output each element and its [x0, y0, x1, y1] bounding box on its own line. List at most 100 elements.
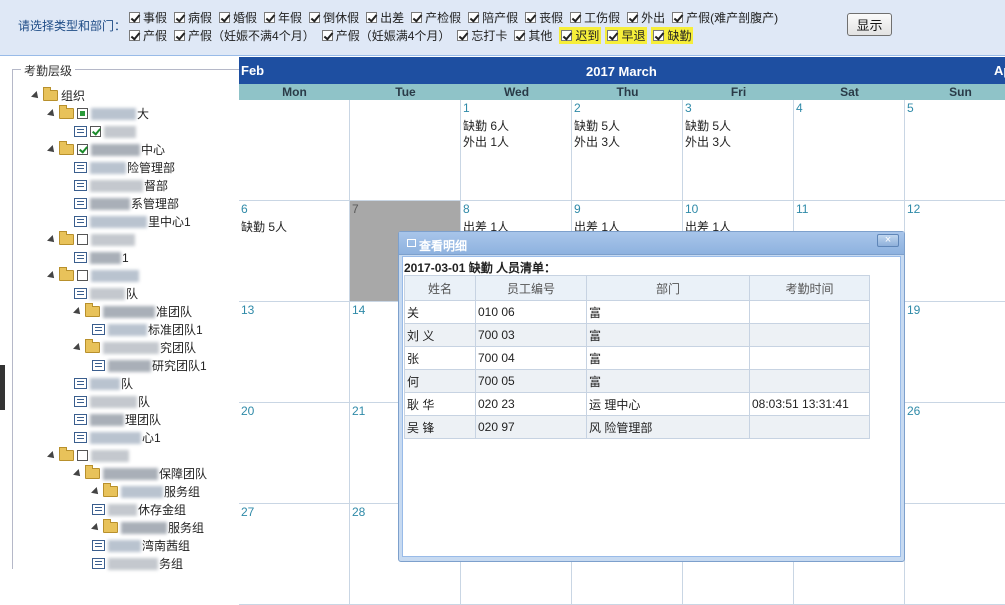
tree-checkbox[interactable]: [77, 450, 88, 461]
day-cell[interactable]: [239, 100, 350, 201]
tree-node[interactable]: [47, 267, 140, 284]
filter-checkbox[interactable]: [321, 29, 333, 41]
day-cell[interactable]: [905, 504, 1005, 605]
day-cell[interactable]: 20: [239, 403, 350, 504]
tree-node[interactable]: 督部: [74, 177, 168, 194]
filter-option[interactable]: 产假: [129, 27, 167, 44]
tree-node[interactable]: 险管理部: [74, 159, 175, 176]
filter-checkbox[interactable]: [174, 11, 186, 23]
filter-checkbox[interactable]: [561, 29, 573, 41]
filter-option[interactable]: 年假: [264, 9, 302, 26]
expand-arrow-icon[interactable]: [73, 342, 83, 353]
filter-checkbox[interactable]: [411, 11, 423, 23]
expand-arrow-icon[interactable]: [31, 90, 41, 101]
prev-month-link[interactable]: Feb: [241, 63, 264, 78]
tree-node[interactable]: 休存金组: [92, 501, 186, 518]
filter-checkbox[interactable]: [468, 11, 480, 23]
tree-node[interactable]: [74, 123, 137, 140]
day-cell[interactable]: 5: [905, 100, 1005, 201]
filter-option[interactable]: 忘打卡: [457, 27, 507, 44]
filter-checkbox[interactable]: [570, 11, 582, 23]
filter-checkbox[interactable]: [366, 11, 378, 23]
collapse-handle[interactable]: [0, 365, 5, 410]
day-event[interactable]: 外出 1人: [463, 133, 509, 150]
filter-checkbox[interactable]: [264, 11, 276, 23]
tree-node[interactable]: 中心: [47, 141, 165, 158]
day-cell[interactable]: 19: [905, 302, 1005, 403]
filter-option[interactable]: 倒休假: [309, 9, 359, 26]
filter-option[interactable]: 产假（妊娠满4个月）: [321, 27, 450, 44]
filter-checkbox[interactable]: [672, 11, 684, 23]
expand-arrow-icon[interactable]: [47, 450, 57, 461]
filter-option[interactable]: 缺勤: [651, 26, 694, 44]
day-cell[interactable]: 1 缺勤 6人 外出 1人: [461, 100, 572, 201]
tree-node[interactable]: 队: [74, 285, 138, 302]
expand-arrow-icon[interactable]: [47, 234, 57, 245]
day-cell[interactable]: 12: [905, 201, 1005, 302]
filter-checkbox[interactable]: [607, 29, 619, 41]
filter-option[interactable]: 婚假: [219, 9, 257, 26]
day-event[interactable]: 外出 3人: [685, 133, 731, 150]
filter-checkbox[interactable]: [457, 29, 469, 41]
expand-arrow-icon[interactable]: [91, 522, 101, 533]
day-cell[interactable]: 27: [239, 504, 350, 605]
tree-node[interactable]: 队: [74, 375, 133, 392]
tree-node[interactable]: 1: [74, 249, 129, 266]
tree-node[interactable]: 准团队: [73, 303, 192, 320]
dialog-titlebar[interactable]: 查看明细 ×: [399, 232, 904, 255]
day-cell[interactable]: 3 缺勤 5人 外出 3人: [683, 100, 794, 201]
expand-arrow-icon[interactable]: [73, 468, 83, 479]
table-row[interactable]: 关 010 06 富: [404, 300, 870, 324]
tree-node[interactable]: 系管理部: [74, 195, 179, 212]
filter-option[interactable]: 事假: [129, 9, 167, 26]
filter-option[interactable]: 产假(难产剖腹产): [672, 9, 778, 26]
tree-checkbox[interactable]: [77, 144, 88, 155]
tree-node[interactable]: 务组: [92, 555, 183, 572]
table-row[interactable]: 张 700 04 富: [404, 346, 870, 370]
tree-node[interactable]: 理团队: [74, 411, 161, 428]
day-cell[interactable]: 4: [794, 100, 905, 201]
tree-node[interactable]: [47, 447, 130, 464]
filter-checkbox[interactable]: [514, 29, 526, 41]
day-cell[interactable]: 26: [905, 403, 1005, 504]
filter-option[interactable]: 外出: [627, 9, 665, 26]
day-event[interactable]: 缺勤 5人: [685, 117, 731, 134]
day-cell[interactable]: 2 缺勤 5人 外出 3人: [572, 100, 683, 201]
filter-option[interactable]: 产检假: [411, 9, 461, 26]
table-row[interactable]: 刘 义 700 03 富: [404, 323, 870, 347]
day-cell[interactable]: 6 缺勤 5人: [239, 201, 350, 302]
tree-node[interactable]: 究团队: [73, 339, 196, 356]
day-event[interactable]: 外出 3人: [574, 133, 620, 150]
filter-option[interactable]: 出差: [366, 9, 404, 26]
filter-option[interactable]: 产假（妊娠不满4个月）: [174, 27, 315, 44]
filter-checkbox[interactable]: [525, 11, 537, 23]
tree-node[interactable]: 心1: [74, 429, 161, 446]
tree-root[interactable]: 组织: [31, 87, 85, 104]
filter-checkbox[interactable]: [174, 29, 186, 41]
tree-node[interactable]: 研究团队1: [92, 357, 207, 374]
filter-checkbox[interactable]: [219, 11, 231, 23]
filter-checkbox[interactable]: [653, 29, 665, 41]
expand-arrow-icon[interactable]: [47, 144, 57, 155]
tree-node[interactable]: 大: [47, 105, 149, 122]
table-row[interactable]: 吴 锋 020 97 风 险管理部: [404, 415, 870, 439]
tree-node[interactable]: 服务组: [91, 483, 200, 500]
tree-node[interactable]: 里中心1: [74, 213, 191, 230]
tree-checkbox[interactable]: [90, 126, 101, 137]
table-row[interactable]: 耿 华 020 23 运 理中心 08:03:51 13:31:41: [404, 392, 870, 416]
filter-option[interactable]: 其他: [514, 27, 552, 44]
close-icon[interactable]: ×: [877, 234, 899, 247]
filter-option[interactable]: 迟到: [559, 26, 602, 44]
filter-checkbox[interactable]: [129, 29, 140, 41]
filter-option[interactable]: 早退: [605, 26, 648, 44]
tree-node[interactable]: 队: [74, 393, 150, 410]
tree-node[interactable]: 保障团队: [73, 465, 207, 482]
expand-arrow-icon[interactable]: [73, 306, 83, 317]
expand-arrow-icon[interactable]: [47, 270, 57, 281]
expand-arrow-icon[interactable]: [47, 108, 57, 119]
filter-option[interactable]: 病假: [174, 9, 212, 26]
filter-checkbox[interactable]: [627, 11, 639, 23]
show-button[interactable]: 显示: [847, 13, 892, 36]
day-event[interactable]: 缺勤 5人: [241, 218, 287, 235]
filter-option[interactable]: 工伤假: [570, 9, 620, 26]
